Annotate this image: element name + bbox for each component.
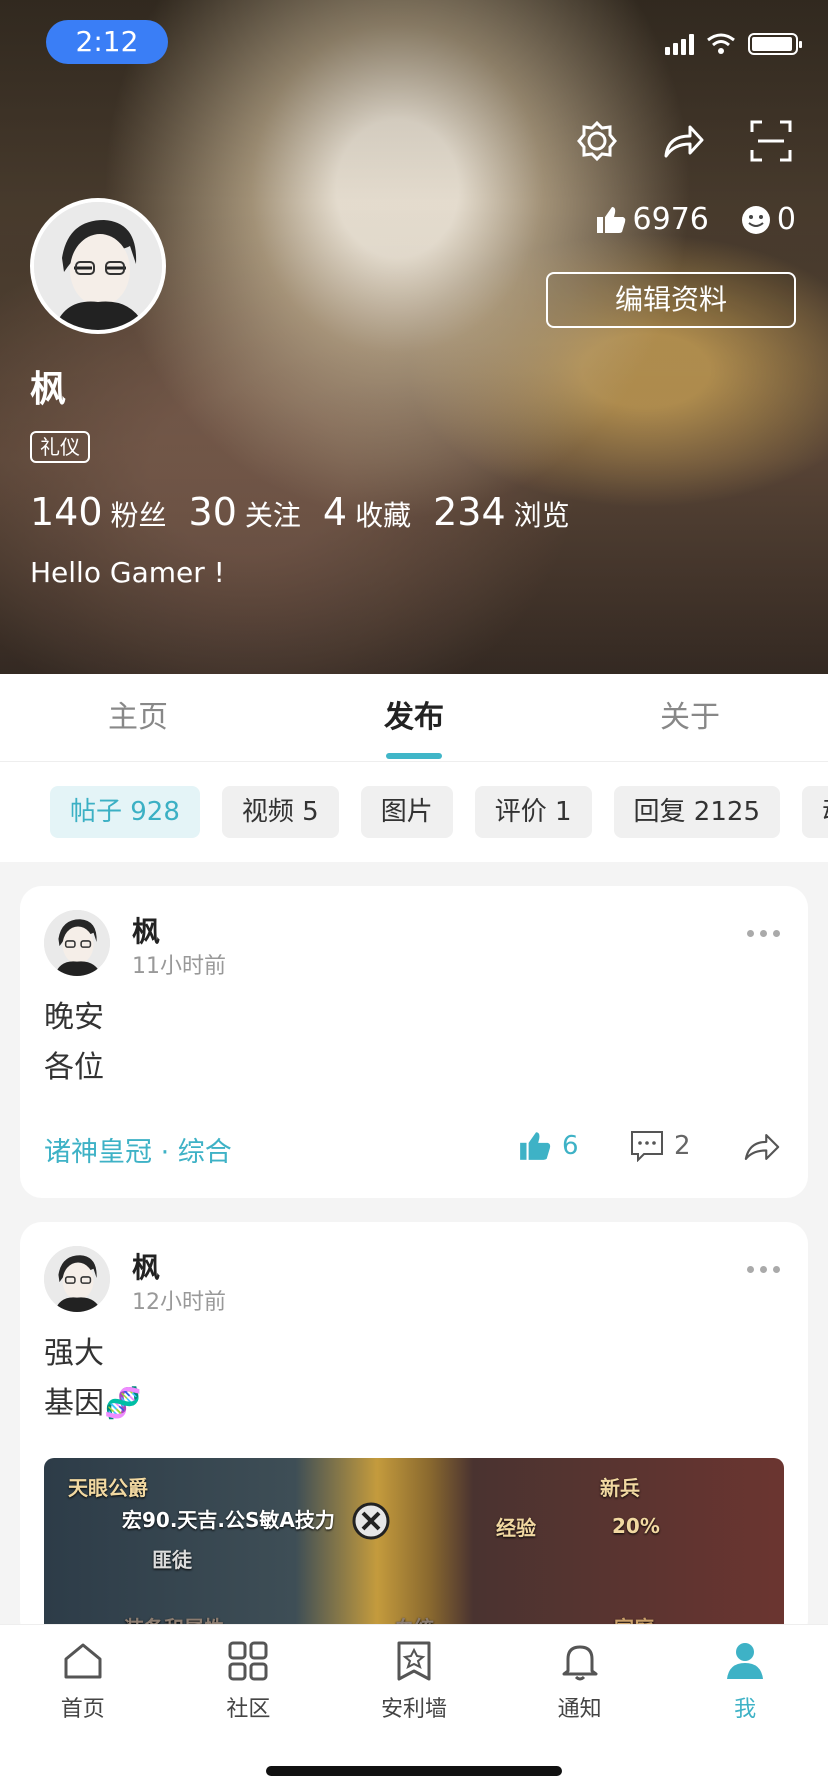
chip-reviews[interactable]: 评价 1 — [474, 786, 592, 838]
smile-stat: 0 — [741, 202, 796, 237]
count-label: 浏览 — [513, 499, 570, 532]
image-text: 宏90.天吉.公S敏A技力 — [122, 1508, 335, 1532]
nav-me[interactable]: 我 — [680, 1639, 810, 1792]
nav-label: 社区 — [226, 1697, 271, 1722]
post-topic-link[interactable]: 诸神皇冠 · 综合 — [44, 1130, 232, 1169]
count-label: 粉丝 — [110, 499, 167, 532]
grid-icon — [228, 1641, 268, 1681]
edit-profile-button[interactable]: 编辑资料 — [546, 272, 796, 328]
image-text: 天眼公爵 — [68, 1476, 148, 1500]
count-label: 收藏 — [355, 499, 412, 532]
profile-header: 2:12 6976 0 编辑资料 枫 礼仪 140 粉丝 30 关注 4 收藏 234… — [0, 0, 828, 674]
profile-tag[interactable]: 礼仪 — [30, 431, 90, 463]
count-value: 30 — [188, 490, 237, 534]
chip-videos[interactable]: 视频 5 — [221, 786, 339, 838]
settings-icon[interactable] — [574, 118, 620, 164]
share-icon[interactable] — [742, 1130, 782, 1164]
nav-label: 安利墙 — [380, 1697, 447, 1722]
avatar-illustration — [34, 202, 162, 330]
avatar-illustration — [44, 910, 110, 976]
tab-home[interactable]: 主页 — [0, 674, 276, 761]
profile-avatar[interactable] — [30, 198, 166, 334]
user-icon — [727, 1643, 764, 1679]
home-indicator — [266, 1766, 562, 1776]
smile-count: 0 — [776, 202, 796, 237]
profile-tabs: 主页 发布 关于 — [0, 674, 828, 762]
post-author-name[interactable]: 枫 — [132, 910, 160, 950]
signal-icon — [665, 33, 694, 55]
nav-home[interactable]: 首页 — [18, 1639, 148, 1792]
comment-count: 2 — [674, 1131, 691, 1161]
post-text-line: 基因🧬 — [44, 1386, 142, 1421]
post-time: 11小时前 — [132, 954, 226, 979]
post-card[interactable]: 枫 12小时前 强大 基因🧬 天眼公爵 宏90.天吉.公S敏A技力 匪徒 新兵 … — [20, 1222, 808, 1642]
profile-name: 枫 — [30, 369, 67, 410]
thumb-up-icon — [596, 206, 625, 233]
image-text: 20% — [612, 1514, 660, 1538]
battery-icon — [748, 33, 802, 55]
close-icon[interactable] — [352, 1502, 390, 1540]
favorites-count[interactable]: 4 收藏 — [323, 490, 411, 534]
following-count[interactable]: 30 关注 — [189, 490, 301, 534]
image-text: 新兵 — [600, 1476, 640, 1500]
scan-icon[interactable] — [748, 118, 794, 164]
like-button[interactable]: 6 — [518, 1130, 579, 1162]
likes-stat: 6976 — [595, 202, 709, 237]
image-text: 经验 — [496, 1516, 536, 1540]
bell-icon — [562, 1645, 598, 1681]
nav-label: 我 — [734, 1697, 757, 1722]
nav-label: 首页 — [60, 1697, 105, 1722]
star-badge-icon — [397, 1641, 431, 1681]
profile-bio: Hello Gamer ! — [30, 556, 225, 589]
followers-count[interactable]: 140 粉丝 — [30, 490, 167, 534]
post-text-line: 各位 — [44, 1050, 104, 1085]
nav-label: 通知 — [557, 1697, 602, 1722]
post-card[interactable]: 枫 11小时前 晚安 各位 诸神皇冠 · 综合 6 2 — [20, 886, 808, 1198]
more-options-icon[interactable] — [747, 1266, 780, 1273]
chip-replies[interactable]: 回复 2125 — [613, 786, 780, 838]
like-count: 6 — [562, 1131, 579, 1161]
post-text-line: 晚安 — [44, 1000, 104, 1035]
count-value: 140 — [30, 490, 103, 534]
profile-reactions: 6976 0 — [595, 202, 796, 237]
count-value: 234 — [433, 490, 506, 534]
post-author-name[interactable]: 枫 — [132, 1246, 160, 1286]
post-time: 12小时前 — [132, 1290, 226, 1315]
status-time: 2:12 — [46, 20, 168, 64]
comment-button[interactable]: 2 — [630, 1130, 691, 1162]
chip-images[interactable]: 图片 — [360, 786, 453, 838]
post-text-line: 强大 — [44, 1336, 104, 1371]
status-bar — [665, 32, 802, 56]
wifi-icon — [707, 33, 735, 54]
post-image[interactable]: 天眼公爵 宏90.天吉.公S敏A技力 匪徒 新兵 经验 20% 装备和属性 血统… — [44, 1458, 784, 1642]
smile-icon — [741, 205, 770, 234]
image-text: 匪徒 — [152, 1548, 192, 1572]
count-label: 关注 — [244, 499, 301, 532]
tab-posts[interactable]: 发布 — [276, 674, 552, 761]
profile-counts: 140 粉丝 30 关注 4 收藏 234 浏览 — [30, 490, 570, 534]
post-author-avatar[interactable] — [44, 910, 110, 976]
share-icon[interactable] — [660, 118, 706, 164]
content-filter-chips: 帖子 928 视频 5 图片 评价 1 回复 2125 动 — [0, 762, 828, 862]
count-value: 4 — [322, 490, 348, 534]
likes-count: 6976 — [632, 202, 709, 237]
views-count[interactable]: 234 浏览 — [433, 490, 570, 534]
comment-icon — [631, 1131, 663, 1162]
chip-activity[interactable]: 动 — [801, 786, 828, 838]
home-icon — [64, 1643, 102, 1679]
post-author-avatar[interactable] — [44, 1246, 110, 1312]
more-options-icon[interactable] — [747, 930, 780, 937]
chip-posts[interactable]: 帖子 928 — [50, 786, 200, 838]
tab-about[interactable]: 关于 — [552, 674, 828, 761]
avatar-illustration — [44, 1246, 110, 1312]
thumb-up-icon — [520, 1132, 551, 1160]
